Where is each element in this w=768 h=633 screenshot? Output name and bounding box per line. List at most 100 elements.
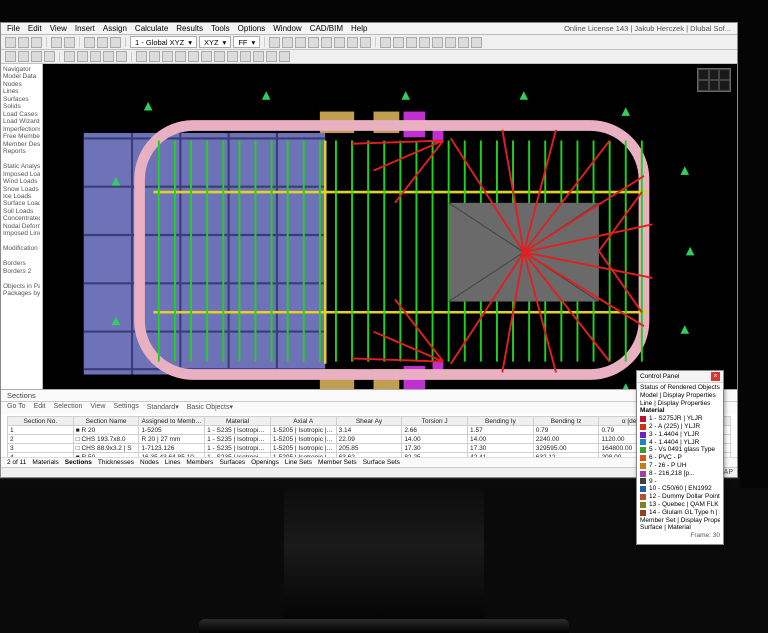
table-header[interactable]: Axial A bbox=[270, 417, 336, 426]
tree-item[interactable]: Solids bbox=[3, 103, 40, 110]
copy-icon[interactable] bbox=[97, 37, 108, 48]
close-icon[interactable]: × bbox=[711, 372, 720, 381]
toolbar-btn[interactable] bbox=[458, 37, 469, 48]
toolbar-btn[interactable] bbox=[419, 37, 430, 48]
toolbar-btn[interactable] bbox=[253, 51, 264, 62]
tree-item[interactable]: Member Descriptions bbox=[3, 141, 40, 148]
tree-item[interactable]: Modification on Co... bbox=[3, 245, 40, 252]
toolbar-btn[interactable] bbox=[5, 51, 16, 62]
tree-item[interactable]: Lines bbox=[3, 88, 40, 95]
table-header[interactable]: Material bbox=[205, 417, 271, 426]
toolbar-btn[interactable] bbox=[269, 37, 280, 48]
tree-item[interactable] bbox=[3, 238, 40, 245]
menu-edit[interactable]: Edit bbox=[28, 24, 42, 33]
toolbar-btn[interactable] bbox=[393, 37, 404, 48]
material-item[interactable]: 2 - A (225) | YLJR bbox=[640, 423, 720, 431]
tab-linesets[interactable]: Line Sets bbox=[285, 459, 312, 466]
menu-tools[interactable]: Tools bbox=[211, 24, 230, 33]
toolbar-btn[interactable] bbox=[266, 51, 277, 62]
tree-item[interactable]: Borders 2 bbox=[3, 268, 40, 275]
table-row[interactable]: 2□ CHS 193.7x8.0R 20 | 27 mm1 - S235 | I… bbox=[8, 435, 731, 444]
ff-combo[interactable]: FF▾ bbox=[233, 36, 260, 48]
material-item[interactable]: 5 - Vs 0491 glass Type bbox=[640, 446, 720, 454]
material-item[interactable]: 8 - 216,218 [p... bbox=[640, 470, 720, 478]
material-item[interactable]: 6 - PVC - P bbox=[640, 454, 720, 462]
tables-edit[interactable]: Edit bbox=[34, 403, 46, 413]
tables-combo-basic[interactable]: Basic Objects▾ bbox=[187, 403, 233, 413]
tab-membersets[interactable]: Member Sets bbox=[318, 459, 357, 466]
tree-item[interactable]: Load Wizards bbox=[3, 118, 40, 125]
toolbar-btn[interactable] bbox=[282, 37, 293, 48]
model-viewport[interactable] bbox=[43, 64, 737, 389]
tree-item[interactable] bbox=[3, 156, 40, 163]
tab-materials[interactable]: Materials bbox=[32, 459, 58, 466]
tab-surfacesets[interactable]: Surface Sets bbox=[363, 459, 400, 466]
tab-lines[interactable]: Lines bbox=[165, 459, 181, 466]
tree-item[interactable] bbox=[3, 253, 40, 260]
undo-icon[interactable] bbox=[51, 37, 62, 48]
toolbar-btn[interactable] bbox=[116, 51, 127, 62]
material-item[interactable]: 7 - ż6 - P UH bbox=[640, 462, 720, 470]
tables-go[interactable]: Go To bbox=[7, 403, 26, 413]
tree-item[interactable]: Load Cases bbox=[3, 111, 40, 118]
tree-item[interactable]: Static Analysis bbox=[3, 163, 40, 170]
tab-surfaces[interactable]: Surfaces bbox=[219, 459, 245, 466]
toolbar-btn[interactable] bbox=[214, 51, 225, 62]
toolbar-btn[interactable] bbox=[175, 51, 186, 62]
tree-item[interactable] bbox=[3, 275, 40, 282]
tree-item[interactable]: Ice Loads bbox=[3, 193, 40, 200]
tables-combo-standard[interactable]: Standard▾ bbox=[147, 403, 179, 413]
tree-item[interactable]: Surfaces bbox=[3, 96, 40, 103]
menu-cadbim[interactable]: CAD/BIM bbox=[310, 24, 343, 33]
toolbar-btn[interactable] bbox=[471, 37, 482, 48]
tab-thicknesses[interactable]: Thicknesses bbox=[98, 459, 134, 466]
tree-item[interactable]: Imposed Loads bbox=[3, 171, 40, 178]
toolbar-btn[interactable] bbox=[44, 51, 55, 62]
toolbar-btn[interactable] bbox=[347, 37, 358, 48]
material-item[interactable]: 1 - S275JR | YLJR bbox=[640, 415, 720, 423]
navigator-tree[interactable]: NavigatorModel DataNodesLinesSurfacesSol… bbox=[1, 64, 43, 389]
axis-combo[interactable]: XYZ▾ bbox=[199, 36, 231, 48]
tree-item[interactable]: Concentrated Loads bbox=[3, 215, 40, 222]
toolbar-btn[interactable] bbox=[201, 51, 212, 62]
toolbar-btn[interactable] bbox=[308, 37, 319, 48]
toolbar-btn[interactable] bbox=[334, 37, 345, 48]
menu-file[interactable]: File bbox=[7, 24, 20, 33]
material-item[interactable]: 12 - Dummy Dollar Point bbox=[640, 493, 720, 501]
toolbar-btn[interactable] bbox=[77, 51, 88, 62]
table-row[interactable]: 1■ R 201-52051 - S235 | Isotropic | Line… bbox=[8, 426, 731, 435]
coordsys-combo[interactable]: 1 - Global XYZ▾ bbox=[130, 36, 197, 48]
table-header[interactable]: Assigned to Members No. bbox=[139, 417, 205, 426]
table-row[interactable]: 3□ CHS 88.9x3.2 | S1-7123.1261 - S235 | … bbox=[8, 444, 731, 453]
table-header[interactable]: Shear Ay bbox=[336, 417, 402, 426]
toolbar-btn[interactable] bbox=[406, 37, 417, 48]
tree-item[interactable]: Objects in Packag... bbox=[3, 283, 40, 290]
toolbar-btn[interactable] bbox=[188, 51, 199, 62]
material-item[interactable]: 3 - 1.4404 | YLJR bbox=[640, 431, 720, 439]
tree-item[interactable]: Navigator bbox=[3, 66, 40, 73]
menu-assign[interactable]: Assign bbox=[103, 24, 127, 33]
save-icon[interactable] bbox=[31, 37, 42, 48]
tab-openings[interactable]: Openings bbox=[251, 459, 279, 466]
tables-view[interactable]: View bbox=[90, 403, 105, 413]
toolbar-btn[interactable] bbox=[18, 51, 29, 62]
toolbar-btn[interactable] bbox=[279, 51, 290, 62]
toolbar-btn[interactable] bbox=[227, 51, 238, 62]
toolbar-btn[interactable] bbox=[432, 37, 443, 48]
tree-item[interactable]: Snow Loads bbox=[3, 186, 40, 193]
toolbar-btn[interactable] bbox=[321, 37, 332, 48]
material-item[interactable]: 4 - 1.4404 | YLJR bbox=[640, 439, 720, 447]
tree-item[interactable]: Soil Loads bbox=[3, 208, 40, 215]
menu-calculate[interactable]: Calculate bbox=[135, 24, 168, 33]
material-item[interactable]: 9 - bbox=[640, 478, 720, 486]
material-item[interactable]: 14 - Glulam GL Type h | EN 1 bbox=[640, 509, 720, 517]
toolbar-btn[interactable] bbox=[240, 51, 251, 62]
table-header[interactable]: Bending Iz bbox=[533, 417, 599, 426]
redo-icon[interactable] bbox=[64, 37, 75, 48]
toolbar-btn[interactable] bbox=[103, 51, 114, 62]
toolbar-btn[interactable] bbox=[149, 51, 160, 62]
tree-item[interactable]: Borders bbox=[3, 260, 40, 267]
toolbar-btn[interactable] bbox=[31, 51, 42, 62]
table-header[interactable]: Section Name bbox=[73, 417, 139, 426]
tree-item[interactable]: Reports bbox=[3, 148, 40, 155]
